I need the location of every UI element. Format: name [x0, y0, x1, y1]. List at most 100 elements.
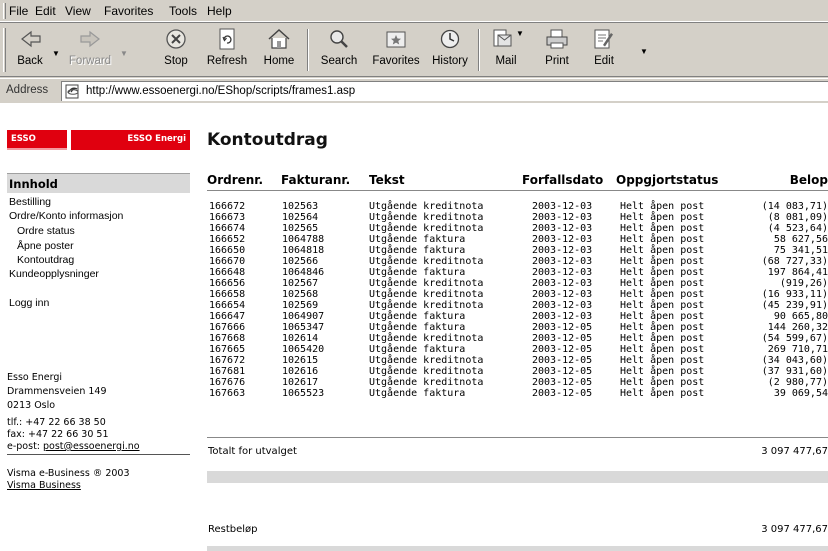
cell-oppgjortstatus: Helt åpen post — [620, 377, 705, 388]
menu-help[interactable]: Help — [207, 4, 232, 18]
search-button[interactable]: Search — [314, 25, 364, 75]
table-row: 167681 102616 Utgående kreditnota 2003-12-0… — [207, 366, 828, 377]
standard-toolbar: Back ▼ Forward ▼ Stop Refresh Home Searc… — [0, 22, 828, 77]
ie-page-icon — [65, 84, 79, 99]
sidebar: Innhold Bestilling Ordre/Konto informasj… — [7, 173, 190, 491]
esso-energi-logo[interactable]: ESSO ESSO Energi — [7, 130, 190, 150]
favorites-label: Favorites — [372, 55, 420, 67]
toolbar-separator — [307, 29, 309, 71]
edit-label: Edit — [594, 55, 614, 67]
cell-fakturanr: 102616 — [282, 366, 319, 377]
cell-belop: (14 083,71) — [761, 201, 828, 212]
sidebar-item-kontoutdrag[interactable]: Kontoutdrag — [17, 254, 74, 266]
cell-fakturanr: 1064818 — [282, 245, 325, 256]
cell-oppgjortstatus: Helt åpen post — [620, 245, 705, 256]
total-divider — [207, 437, 828, 438]
back-dropdown-icon[interactable]: ▼ — [52, 49, 60, 58]
table-row: 166650 1064818 Utgående faktura 2003-12-03 H… — [207, 245, 828, 256]
rest-value: 3 097 477,67 — [761, 524, 828, 535]
contact-phone: tlf.: +47 22 66 38 50 — [7, 417, 106, 428]
home-icon — [268, 28, 290, 49]
menu-tools[interactable]: Tools — [169, 4, 197, 18]
cell-fakturanr: 102567 — [282, 278, 319, 289]
total-row: Totalt for utvalget 3 097 477,67 — [207, 446, 828, 458]
cell-tekst: Utgående kreditnota — [369, 212, 484, 223]
table-row: 167665 1065420 Utgående faktura 2003-12-05 H… — [207, 344, 828, 355]
cell-tekst: Utgående kreditnota — [369, 223, 484, 234]
menu-view[interactable]: View — [65, 4, 91, 18]
cell-ordrenr: 166674 — [209, 223, 246, 234]
favorites-button[interactable]: Favorites — [366, 25, 426, 75]
edit-page-icon — [594, 29, 613, 49]
cell-oppgjortstatus: Helt åpen post — [620, 344, 705, 355]
cell-belop: 58 627,56 — [773, 234, 828, 245]
print-button[interactable]: Print — [537, 25, 577, 75]
table-row: 167676 102617 Utgående kreditnota 2003-12-0… — [207, 377, 828, 388]
cell-belop: (919,26) — [779, 278, 828, 289]
cell-ordrenr: 167668 — [209, 333, 246, 344]
sidebar-item-ordre-konto-informasjon[interactable]: Ordre/Konto informasjon — [9, 210, 123, 222]
forward-button[interactable]: Forward — [62, 25, 118, 75]
cell-forfallsdato: 2003-12-03 — [532, 267, 593, 278]
back-button[interactable]: Back — [10, 25, 50, 75]
cell-fakturanr: 102568 — [282, 289, 319, 300]
cell-ordrenr: 167681 — [209, 366, 246, 377]
stop-button[interactable]: Stop — [156, 25, 196, 75]
cell-forfallsdato: 2003-12-05 — [532, 355, 593, 366]
menu-favorites[interactable]: Favorites — [104, 4, 153, 18]
menu-edit[interactable]: Edit — [35, 4, 56, 18]
cell-belop: (37 931,60) — [761, 366, 828, 377]
cell-forfallsdato: 2003-12-05 — [532, 344, 593, 355]
menu-bar-grip — [3, 3, 6, 19]
cell-fakturanr: 102615 — [282, 355, 319, 366]
history-button[interactable]: History — [427, 25, 473, 75]
contact-city: 0213 Oslo — [7, 400, 56, 411]
cell-oppgjortstatus: Helt åpen post — [620, 212, 705, 223]
favorites-icon — [386, 31, 406, 48]
cell-ordrenr: 166654 — [209, 300, 246, 311]
total-label: Totalt for utvalget — [208, 446, 297, 457]
sidebar-item-ordre-status[interactable]: Ordre status — [17, 225, 75, 237]
contact-email-prefix: e-post: — [7, 441, 44, 452]
header-ordrenr: Ordrenr. — [207, 173, 264, 187]
refresh-icon — [219, 28, 235, 50]
address-input[interactable]: http://www.essoenergi.no/EShop/scripts/f… — [61, 81, 828, 101]
cell-belop: 90 665,80 — [773, 311, 828, 322]
visma-business-link[interactable]: Visma Business — [7, 480, 81, 491]
sidebar-item-kundeopplysninger[interactable]: Kundeopplysninger — [9, 268, 99, 280]
cell-forfallsdato: 2003-12-03 — [532, 223, 593, 234]
refresh-button[interactable]: Refresh — [202, 25, 252, 75]
cell-fakturanr: 1064788 — [282, 234, 325, 245]
contact-street: Drammensveien 149 — [7, 386, 107, 397]
cell-oppgjortstatus: Helt åpen post — [620, 289, 705, 300]
edit-button[interactable]: Edit — [584, 25, 624, 75]
cell-tekst: Utgående faktura — [369, 234, 466, 245]
cell-fakturanr: 102565 — [282, 223, 319, 234]
table-row: 166672 102563 Utgående kreditnota 2003-12-0… — [207, 201, 828, 212]
edit-dropdown-icon[interactable]: ▼ — [640, 47, 648, 56]
table-row: 166656 102567 Utgående kreditnota 2003-12-0… — [207, 278, 828, 289]
contact-company: Esso Energi — [7, 372, 63, 383]
mail-dropdown-icon[interactable]: ▼ — [516, 29, 524, 38]
sidebar-item-logg-inn[interactable]: Logg inn — [9, 297, 49, 309]
forward-dropdown-icon[interactable]: ▼ — [120, 49, 128, 58]
toolbar-separator — [478, 29, 480, 71]
cell-belop: (8 081,09) — [767, 212, 828, 223]
cell-tekst: Utgående kreditnota — [369, 355, 484, 366]
contact-email-link[interactable]: post@essoenergi.no — [43, 441, 140, 452]
menu-file[interactable]: File — [9, 4, 28, 18]
printer-icon — [546, 29, 568, 49]
logo-esso: ESSO — [7, 130, 67, 150]
table-row: 166658 102568 Utgående kreditnota 2003-12-0… — [207, 289, 828, 300]
sidebar-item-bestilling[interactable]: Bestilling — [9, 196, 51, 208]
cell-tekst: Utgående kreditnota — [369, 256, 484, 267]
cell-belop: (68 727,33) — [761, 256, 828, 267]
table-row: 166673 102564 Utgående kreditnota 2003-12-0… — [207, 212, 828, 223]
cell-forfallsdato: 2003-12-03 — [532, 300, 593, 311]
sidebar-item-apne-poster[interactable]: Åpne poster — [17, 240, 74, 252]
home-button[interactable]: Home — [258, 25, 300, 75]
cell-tekst: Utgående faktura — [369, 388, 466, 399]
rest-grey-bar — [207, 546, 828, 551]
cell-tekst: Utgående faktura — [369, 267, 466, 278]
back-arrow-icon — [21, 30, 41, 48]
